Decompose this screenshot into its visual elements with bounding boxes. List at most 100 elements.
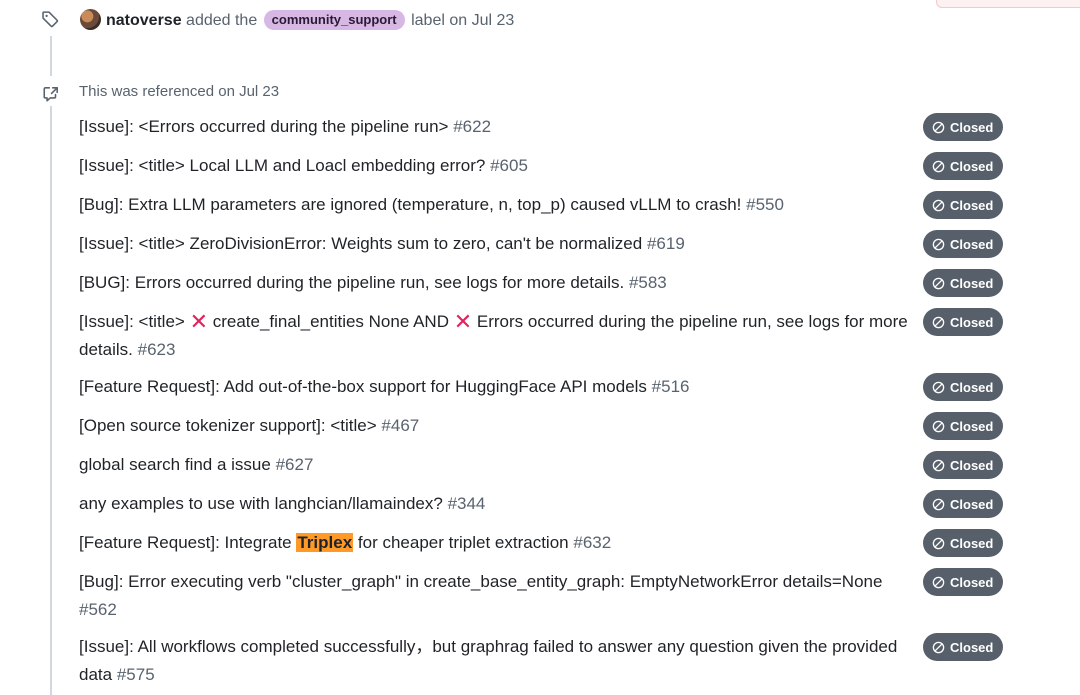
slash-circle-icon [932,121,945,133]
label-event: natoverse added the community_support la… [0,4,700,34]
reference-item: [Issue]: <title> Local LLM and Loacl emb… [79,152,1019,180]
reference-title-link[interactable]: any examples to use with langhcian/llama… [79,490,914,518]
issue-number: #516 [651,377,690,396]
timeline-line [50,36,52,76]
closed-state-badge: Closed [923,490,1004,518]
issue-number: #619 [646,234,685,253]
corner-card-edge [936,0,1080,8]
state-label: Closed [950,418,994,434]
state-label: Closed [950,275,994,291]
issue-number: #632 [573,533,612,552]
state-label: Closed [950,379,994,395]
reference-title-text: [Issue]: <Errors occurred during the pip… [79,117,449,136]
slash-circle-icon [932,459,945,471]
closed-state-badge: Closed [923,308,1004,336]
reference-title-link[interactable]: [Issue]: <title> ZeroDivisionError: Weig… [79,230,914,258]
reference-title-text: [Issue]: <title> Local LLM and Loacl emb… [79,156,486,175]
state-label: Closed [950,158,994,174]
references-header-text: This was referenced on Jul 23 [79,83,280,100]
cross-reference-icon [38,82,64,106]
reference-title-link[interactable]: [Issue]: All workflows completed success… [79,633,914,689]
closed-state-badge: Closed [923,633,1004,661]
cross-mark-icon: ✕ [189,309,208,334]
state-label: Closed [950,457,994,473]
reference-item: [Issue]: <title> ZeroDivisionError: Weig… [79,230,1019,258]
closed-state-badge: Closed [923,568,1004,596]
event-pre-text: added the [181,12,262,29]
avatar[interactable] [80,9,101,30]
issue-number: #550 [746,195,784,214]
issue-number: #467 [381,416,420,435]
slash-circle-icon [932,238,945,250]
reference-title-link[interactable]: [Issue]: <title> Local LLM and Loacl emb… [79,152,914,180]
closed-state-badge: Closed [923,269,1004,297]
slash-circle-icon [932,316,945,328]
reference-title-text: [Bug]: Extra LLM parameters are ignored … [79,195,742,214]
state-label: Closed [950,119,994,135]
reference-item: [Feature Request]: Add out-of-the-box su… [79,373,1019,401]
reference-title-text: create_final_entities None AND [208,312,454,331]
reference-item: [Issue]: <Errors occurred during the pip… [79,113,1019,141]
slash-circle-icon [932,537,945,549]
issue-number: #583 [628,273,667,292]
issue-number: #623 [137,340,176,359]
reference-item: [Issue]: <title> ✕ create_final_entities… [79,308,1019,364]
issue-number: #575 [116,665,155,684]
reference-item: [BUG]: Errors occurred during the pipeli… [79,269,1019,297]
issue-number: #562 [79,600,117,619]
reference-title-text: for cheaper triplet extraction [353,533,569,552]
slash-circle-icon [932,576,945,588]
closed-state-badge: Closed [923,412,1004,440]
reference-title-link[interactable]: [BUG]: Errors occurred during the pipeli… [79,269,914,297]
reference-title-link[interactable]: global search find a issue #627 [79,451,914,479]
state-label: Closed [950,496,994,512]
state-label: Closed [950,197,994,213]
reference-title-text: [Open source tokenizer support]: <title> [79,416,377,435]
cross-mark-icon: ✕ [453,309,473,334]
reference-title-text: [Issue]: <title> [79,312,190,331]
slash-circle-icon [932,498,945,510]
reference-title-text: [Issue]: All workflows completed success… [79,637,898,684]
label-pill[interactable]: community_support [263,10,405,30]
reference-title-link[interactable]: [Open source tokenizer support]: <title>… [79,412,914,440]
reference-item: [Bug]: Extra LLM parameters are ignored … [79,191,1019,219]
highlighted-term: Triplex [296,533,354,552]
reference-item: [Bug]: Error executing verb "cluster_gra… [79,568,1019,624]
state-label: Closed [950,639,994,655]
reference-title-text: [BUG]: Errors occurred during the pipeli… [79,273,625,292]
reference-item: any examples to use with langhcian/llama… [79,490,1019,518]
closed-state-badge: Closed [923,191,1004,219]
slash-circle-icon [932,381,945,393]
label-event-text: natoverse added the community_support la… [106,10,514,31]
closed-state-badge: Closed [923,373,1004,401]
reference-title-link[interactable]: [Bug]: Error executing verb "cluster_gra… [79,568,914,624]
slash-circle-icon [932,641,945,653]
reference-item: [Feature Request]: Integrate Triplex for… [79,529,1019,557]
tag-icon [35,4,65,34]
issue-number: #605 [490,156,528,175]
reference-item: [Open source tokenizer support]: <title>… [79,412,1019,440]
closed-state-badge: Closed [923,451,1004,479]
closed-state-badge: Closed [923,152,1004,180]
closed-state-badge: Closed [923,113,1004,141]
slash-circle-icon [932,277,945,289]
reference-title-text: [Feature Request]: Add out-of-the-box su… [79,377,647,396]
reference-item: [Issue]: All workflows completed success… [79,633,1019,689]
reference-title-text: [Bug]: Error executing verb "cluster_gra… [79,572,883,591]
reference-title-link[interactable]: [Feature Request]: Integrate Triplex for… [79,529,914,557]
reference-title-link[interactable]: [Bug]: Extra LLM parameters are ignored … [79,191,914,219]
slash-circle-icon [932,199,945,211]
reference-title-text: [Issue]: <title> ZeroDivisionError: Weig… [79,234,643,253]
reference-title-link[interactable]: [Issue]: <title> ✕ create_final_entities… [79,308,914,364]
slash-circle-icon [932,420,945,432]
state-label: Closed [950,314,994,330]
closed-state-badge: Closed [923,529,1004,557]
issue-number: #627 [275,455,314,474]
reference-title-link[interactable]: [Issue]: <Errors occurred during the pip… [79,113,914,141]
reference-title-link[interactable]: [Feature Request]: Add out-of-the-box su… [79,373,914,401]
event-post-text: label on Jul 23 [406,12,515,29]
reference-title-text: [Feature Request]: Integrate [79,533,297,552]
references-header: This was referenced on Jul 23 [0,80,700,106]
slash-circle-icon [932,160,945,172]
actor-link[interactable]: natoverse [106,12,182,29]
